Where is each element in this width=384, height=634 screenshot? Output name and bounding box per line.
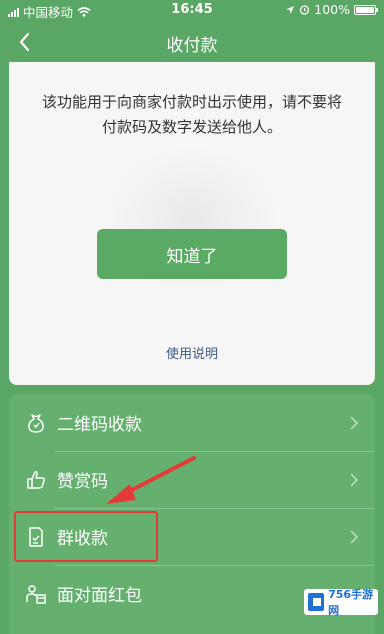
list-item-label: 面对面红包 <box>57 586 142 606</box>
chevron-right-icon <box>350 529 359 544</box>
usage-instructions-link[interactable]: 使用说明 <box>9 343 375 362</box>
highlight-box <box>14 511 158 562</box>
nav-bar: 收付款 <box>0 22 384 62</box>
watermark-text: 756手游网 <box>328 588 374 617</box>
money-bag-icon <box>28 413 44 433</box>
red-packet-icon <box>26 584 46 604</box>
chevron-right-icon <box>350 415 359 430</box>
got-it-button[interactable]: 知道了 <box>97 229 287 279</box>
list-item-label: 二维码收款 <box>57 415 142 435</box>
security-notice: 该功能用于向商家付款时出示使用，请不要将付款码及数字发送给他人。 <box>41 93 342 136</box>
location-icon <box>286 5 295 14</box>
chevron-right-icon <box>350 472 359 487</box>
watermark-logo-icon <box>308 593 325 611</box>
page-title: 收付款 <box>166 36 218 56</box>
status-bar: 中国移动 16:45 100% <box>0 0 384 20</box>
list-item-qr-collect[interactable]: 二维码收款 <box>9 394 375 451</box>
annotation-arrow-icon <box>106 456 196 504</box>
alarm-icon <box>300 5 310 15</box>
thumbs-up-icon <box>27 470 46 489</box>
status-right-group: 100% <box>285 2 378 17</box>
site-watermark: 756手游网 <box>304 588 378 617</box>
payment-code-card: 该功能用于向商家付款时出示使用，请不要将付款码及数字发送给他人。 知道了 使用说… <box>9 62 375 385</box>
battery-icon <box>354 4 378 15</box>
battery-percent: 100% <box>314 2 350 17</box>
